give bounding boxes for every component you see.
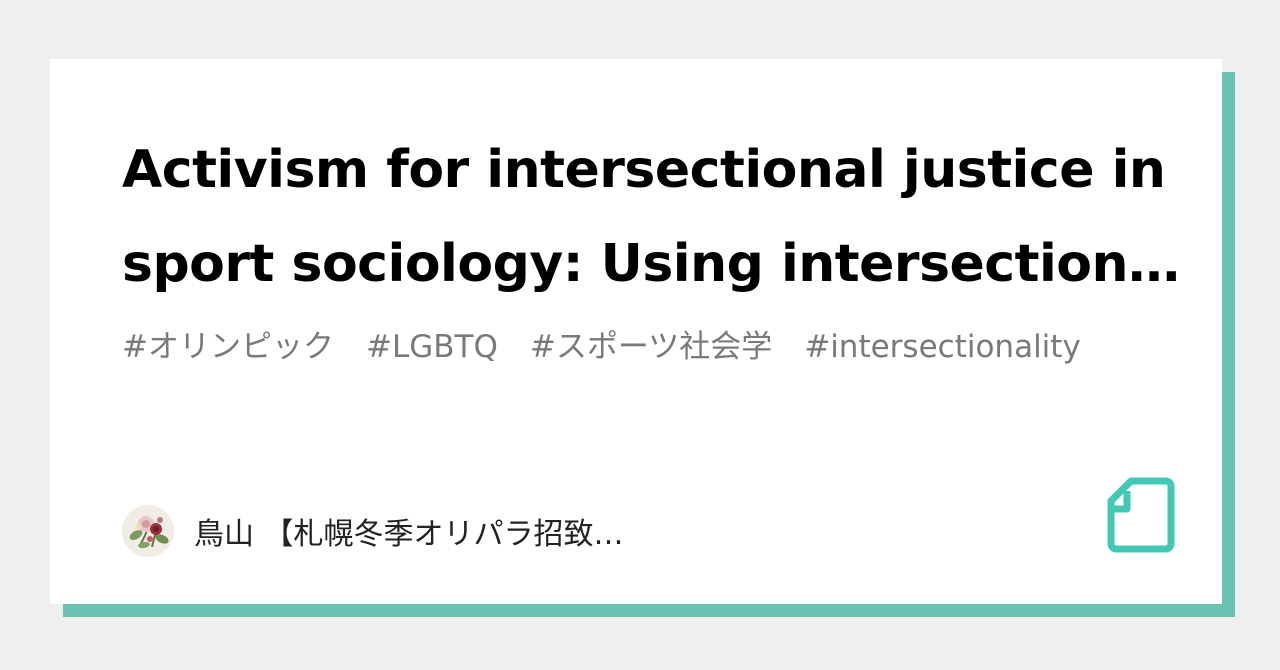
tag-item[interactable]: #intersectionality [804,329,1081,365]
article-title: Activism for intersectional justice in s… [122,140,1180,294]
article-card[interactable]: Activism for intersectional justice in s… [50,59,1222,604]
avatar [122,505,174,557]
tag-item[interactable]: #スポーツ社会学 [530,329,772,365]
author-name: 鳥山 【札幌冬季オリパラ招致… [194,517,624,552]
author-info[interactable]: 鳥山 【札幌冬季オリパラ招致… [122,505,624,557]
tag-item[interactable]: #LGBTQ [366,329,498,365]
note-document-icon [1107,477,1175,553]
tag-item[interactable]: #オリンピック [122,329,334,365]
tag-list: #オリンピック #LGBTQ #スポーツ社会学 #intersectionality [122,325,1152,369]
